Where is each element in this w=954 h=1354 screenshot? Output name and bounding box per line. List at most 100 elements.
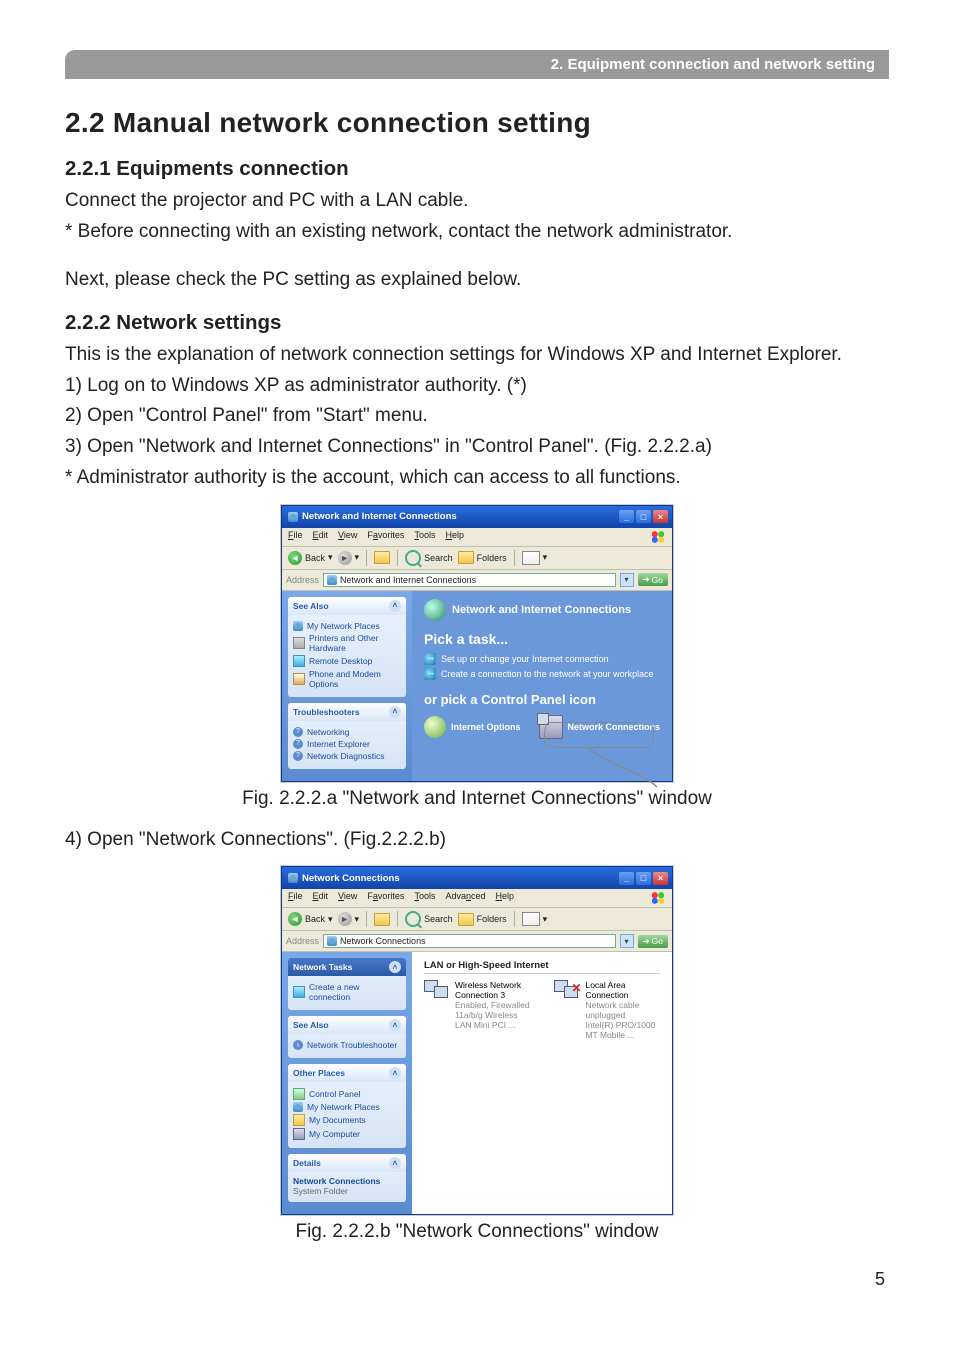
menu-favorites[interactable]: Favorites xyxy=(367,891,404,905)
menu-help[interactable]: Help xyxy=(496,891,515,905)
sidebar-item[interactable]: Create a new connection xyxy=(293,982,401,1002)
separator xyxy=(397,550,398,566)
sidebox-header[interactable]: Troubleshooters˄ xyxy=(288,703,406,721)
sidebox-header[interactable]: Details˄ xyxy=(288,1154,406,1172)
sidebox-header[interactable]: See Also˄ xyxy=(288,1016,406,1034)
wireless-connection-icon xyxy=(424,980,450,1002)
maximize-button[interactable]: □ xyxy=(636,872,651,885)
window-title: Network Connections xyxy=(302,873,617,884)
back-button[interactable]: ◄Back ▾ xyxy=(288,551,333,565)
up-button[interactable] xyxy=(374,551,390,564)
views-icon xyxy=(522,551,540,565)
sidebar-item[interactable]: My Documents xyxy=(293,1114,401,1126)
menu-tools[interactable]: Tools xyxy=(414,891,435,905)
views-button[interactable]: ▾ xyxy=(522,912,548,926)
task-arrow-icon xyxy=(424,668,436,680)
step-text: 1) Log on to Windows XP as administrator… xyxy=(65,374,889,399)
sidebar-item[interactable]: My Network Places xyxy=(293,1102,401,1112)
sidebar-item[interactable]: My Computer xyxy=(293,1128,401,1140)
address-label: Address xyxy=(286,575,319,585)
my-documents-icon xyxy=(293,1114,305,1126)
go-button[interactable]: ➔ Go xyxy=(638,935,668,948)
pick-a-task-heading: Pick a task... xyxy=(424,631,660,647)
go-button[interactable]: ➔ Go xyxy=(638,573,668,586)
sidebox-header[interactable]: See Also˄ xyxy=(288,597,406,615)
forward-button[interactable]: ► ▾ xyxy=(338,551,360,565)
collapse-icon[interactable]: ˄ xyxy=(389,600,401,612)
up-button[interactable] xyxy=(374,913,390,926)
internet-options-icon xyxy=(424,716,446,738)
network-places-icon xyxy=(293,1102,303,1112)
collapse-icon[interactable]: ˄ xyxy=(389,961,401,973)
sidebar-item[interactable]: ?Networking xyxy=(293,727,401,737)
or-pick-heading: or pick a Control Panel icon xyxy=(424,692,660,707)
menu-favorites[interactable]: Favorites xyxy=(367,530,404,544)
folders-icon xyxy=(458,913,474,926)
xp-window-nic: Network and Internet Connections _ □ × F… xyxy=(281,505,673,782)
address-icon xyxy=(327,575,337,585)
menu-file[interactable]: File xyxy=(288,891,303,905)
menubar[interactable]: FFileile Edit View Favorites Tools Help xyxy=(282,528,672,547)
maximize-button[interactable]: □ xyxy=(636,510,651,523)
details-type: System Folder xyxy=(293,1186,401,1196)
sidebox-troubleshooters: Troubleshooters˄ ?Networking ?Internet E… xyxy=(288,703,406,769)
sidebar-item[interactable]: iNetwork Troubleshooter xyxy=(293,1040,401,1050)
section-title: 2.2 Manual network connection setting xyxy=(65,107,889,139)
address-dropdown[interactable]: ▾ xyxy=(620,573,634,587)
menu-file[interactable]: FFileile xyxy=(288,530,303,544)
menu-advanced[interactable]: Advanced xyxy=(445,891,485,905)
sidebar-item[interactable]: ?Internet Explorer xyxy=(293,739,401,749)
search-button[interactable]: Search xyxy=(405,911,453,927)
menu-view[interactable]: View xyxy=(338,891,357,905)
close-button[interactable]: × xyxy=(653,872,668,885)
remote-desktop-icon xyxy=(293,655,305,667)
task-link[interactable]: Set up or change your Internet connectio… xyxy=(424,653,660,665)
minimize-button[interactable]: _ xyxy=(619,510,634,523)
window-titlebar[interactable]: Network and Internet Connections _ □ × xyxy=(282,506,672,528)
search-button[interactable]: Search xyxy=(405,550,453,566)
sidebar-item[interactable]: Phone and Modem Options xyxy=(293,669,401,689)
folders-button[interactable]: Folders xyxy=(458,913,507,926)
sidebar-item[interactable]: Control Panel xyxy=(293,1088,401,1100)
views-button[interactable]: ▾ xyxy=(522,551,548,565)
minimize-button[interactable]: _ xyxy=(619,872,634,885)
cp-network-connections[interactable]: Network Connections xyxy=(539,715,661,739)
forward-button[interactable]: ► ▾ xyxy=(338,912,360,926)
sidebar-item[interactable]: Printers and Other Hardware xyxy=(293,633,401,653)
menu-help[interactable]: Help xyxy=(445,530,464,544)
body-text: * Before connecting with an existing net… xyxy=(65,220,889,245)
address-value: Network and Internet Connections xyxy=(340,575,476,585)
cp-internet-options[interactable]: Internet Options xyxy=(424,715,521,739)
window-titlebar[interactable]: Network Connections _ □ × xyxy=(282,867,672,889)
connection-item-lan[interactable]: Local Area Connection Network cable unpl… xyxy=(554,980,660,1040)
address-dropdown[interactable]: ▾ xyxy=(620,934,634,948)
folders-button[interactable]: Folders xyxy=(458,551,507,564)
address-field[interactable]: Network and Internet Connections xyxy=(323,573,616,587)
sidebox-header[interactable]: Other Places˄ xyxy=(288,1064,406,1082)
menu-view[interactable]: View xyxy=(338,530,357,544)
window-body: Network Tasks˄ Create a new connection S… xyxy=(282,952,672,1214)
collapse-icon[interactable]: ˄ xyxy=(389,1019,401,1031)
collapse-icon[interactable]: ˄ xyxy=(389,706,401,718)
address-field[interactable]: Network Connections xyxy=(323,934,616,948)
sidebox-details: Details˄ Network Connections System Fold… xyxy=(288,1154,406,1202)
collapse-icon[interactable]: ˄ xyxy=(389,1067,401,1079)
sidebar-item[interactable]: Remote Desktop xyxy=(293,655,401,667)
close-button[interactable]: × xyxy=(653,510,668,523)
back-button[interactable]: ◄Back ▾ xyxy=(288,912,333,926)
sidebox-header[interactable]: Network Tasks˄ xyxy=(288,958,406,976)
menu-tools[interactable]: Tools xyxy=(414,530,435,544)
menu-edit[interactable]: Edit xyxy=(313,530,329,544)
task-link[interactable]: Create a connection to the network at yo… xyxy=(424,668,660,680)
menubar[interactable]: File Edit View Favorites Tools Advanced … xyxy=(282,889,672,908)
connection-item-wireless[interactable]: Wireless Network Connection 3 Enabled, F… xyxy=(424,980,532,1040)
lan-connection-icon xyxy=(554,980,580,1002)
sidebar-item[interactable]: ?Network Diagnostics xyxy=(293,751,401,761)
chapter-header-bar: 2. Equipment connection and network sett… xyxy=(65,50,889,79)
category-title: Network and Internet Connections xyxy=(452,604,631,616)
details-title: Network Connections xyxy=(293,1176,401,1186)
sidebar-item[interactable]: My Network Places xyxy=(293,621,401,631)
figure-b-caption: Fig. 2.2.2.b "Network Connections" windo… xyxy=(65,1221,889,1243)
menu-edit[interactable]: Edit xyxy=(313,891,329,905)
collapse-icon[interactable]: ˄ xyxy=(389,1157,401,1169)
